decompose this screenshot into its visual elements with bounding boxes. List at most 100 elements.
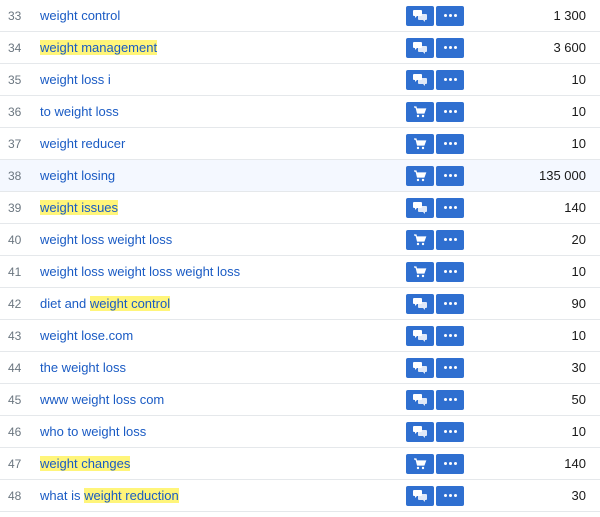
- keyword-cell: the weight loss: [36, 360, 400, 375]
- cart-icon[interactable]: [406, 134, 434, 154]
- row-actions: [400, 102, 470, 122]
- row-actions: [400, 390, 470, 410]
- table-row: 38weight losing135 000: [0, 160, 600, 192]
- more-icon[interactable]: [436, 38, 464, 58]
- row-actions: [400, 38, 470, 58]
- row-number: 43: [0, 329, 36, 343]
- keyword-link[interactable]: weight loss i: [40, 72, 111, 87]
- keyword-link[interactable]: what is weight reduction: [40, 488, 179, 503]
- volume-cell: 140: [470, 200, 600, 215]
- more-icon[interactable]: [436, 390, 464, 410]
- volume-cell: 50: [470, 392, 600, 407]
- row-actions: [400, 262, 470, 282]
- keyword-link[interactable]: who to weight loss: [40, 424, 146, 439]
- more-icon[interactable]: [436, 486, 464, 506]
- more-icon[interactable]: [436, 230, 464, 250]
- volume-cell: 140: [470, 456, 600, 471]
- keyword-cell: weight issues: [36, 200, 400, 215]
- keyword-link[interactable]: weight losing: [40, 168, 115, 183]
- table-row: 48what is weight reduction30: [0, 480, 600, 512]
- row-actions: [400, 166, 470, 186]
- cart-icon[interactable]: [406, 454, 434, 474]
- keyword-cell: to weight loss: [36, 104, 400, 119]
- more-icon[interactable]: [436, 262, 464, 282]
- keyword-link[interactable]: weight lose.com: [40, 328, 133, 343]
- row-number: 47: [0, 457, 36, 471]
- more-icon[interactable]: [436, 422, 464, 442]
- keyword-link[interactable]: weight loss weight loss: [40, 232, 172, 247]
- keyword-cell: weight control: [36, 8, 400, 23]
- chat-icon[interactable]: [406, 198, 434, 218]
- row-number: 44: [0, 361, 36, 375]
- keyword-cell: weight loss weight loss: [36, 232, 400, 247]
- chat-icon[interactable]: [406, 6, 434, 26]
- keyword-cell: weight losing: [36, 168, 400, 183]
- more-icon[interactable]: [436, 102, 464, 122]
- row-number: 46: [0, 425, 36, 439]
- table-row: 41weight loss weight loss weight loss10: [0, 256, 600, 288]
- keyword-cell: what is weight reduction: [36, 488, 400, 503]
- table-row: 36to weight loss10: [0, 96, 600, 128]
- keyword-link[interactable]: weight reducer: [40, 136, 125, 151]
- keyword-link[interactable]: diet and weight control: [40, 296, 170, 311]
- keyword-cell: weight management: [36, 40, 400, 55]
- more-icon[interactable]: [436, 454, 464, 474]
- volume-cell: 30: [470, 488, 600, 503]
- chat-icon[interactable]: [406, 70, 434, 90]
- more-icon[interactable]: [436, 6, 464, 26]
- keyword-link[interactable]: to weight loss: [40, 104, 119, 119]
- chat-icon[interactable]: [406, 38, 434, 58]
- keyword-link[interactable]: weight control: [40, 8, 120, 23]
- volume-cell: 10: [470, 264, 600, 279]
- row-number: 42: [0, 297, 36, 311]
- keyword-link[interactable]: weight issues: [40, 200, 118, 215]
- keyword-table: 33weight control1 30034weight management…: [0, 0, 600, 512]
- row-actions: [400, 134, 470, 154]
- keyword-cell: weight loss weight loss weight loss: [36, 264, 400, 279]
- volume-cell: 10: [470, 136, 600, 151]
- row-actions: [400, 358, 470, 378]
- table-row: 40weight loss weight loss20: [0, 224, 600, 256]
- more-icon[interactable]: [436, 294, 464, 314]
- row-actions: [400, 326, 470, 346]
- more-icon[interactable]: [436, 70, 464, 90]
- chat-icon[interactable]: [406, 326, 434, 346]
- more-icon[interactable]: [436, 326, 464, 346]
- table-row: 44the weight loss30: [0, 352, 600, 384]
- more-icon[interactable]: [436, 198, 464, 218]
- cart-icon[interactable]: [406, 262, 434, 282]
- volume-cell: 10: [470, 328, 600, 343]
- keyword-link[interactable]: weight loss weight loss weight loss: [40, 264, 240, 279]
- chat-icon[interactable]: [406, 422, 434, 442]
- table-row: 35weight loss i10: [0, 64, 600, 96]
- table-row: 33weight control1 300: [0, 0, 600, 32]
- keyword-link[interactable]: www weight loss com: [40, 392, 164, 407]
- chat-icon[interactable]: [406, 390, 434, 410]
- row-actions: [400, 486, 470, 506]
- cart-icon[interactable]: [406, 166, 434, 186]
- more-icon[interactable]: [436, 358, 464, 378]
- more-icon[interactable]: [436, 166, 464, 186]
- cart-icon[interactable]: [406, 230, 434, 250]
- volume-cell: 3 600: [470, 40, 600, 55]
- chat-icon[interactable]: [406, 294, 434, 314]
- keyword-cell: weight loss i: [36, 72, 400, 87]
- chat-icon[interactable]: [406, 486, 434, 506]
- keyword-link[interactable]: weight management: [40, 40, 157, 55]
- volume-cell: 20: [470, 232, 600, 247]
- volume-cell: 1 300: [470, 8, 600, 23]
- keyword-link[interactable]: weight changes: [40, 456, 130, 471]
- keyword-cell: weight reducer: [36, 136, 400, 151]
- keyword-link[interactable]: the weight loss: [40, 360, 126, 375]
- row-actions: [400, 422, 470, 442]
- table-row: 43 weight lose.com 10: [0, 320, 600, 352]
- more-icon[interactable]: [436, 134, 464, 154]
- row-number: 36: [0, 105, 36, 119]
- keyword-cell: weight changes: [36, 456, 400, 471]
- volume-cell: 10: [470, 72, 600, 87]
- chat-icon[interactable]: [406, 358, 434, 378]
- keyword-cell: diet and weight control: [36, 296, 400, 311]
- cart-icon[interactable]: [406, 102, 434, 122]
- row-actions: [400, 454, 470, 474]
- row-actions: [400, 230, 470, 250]
